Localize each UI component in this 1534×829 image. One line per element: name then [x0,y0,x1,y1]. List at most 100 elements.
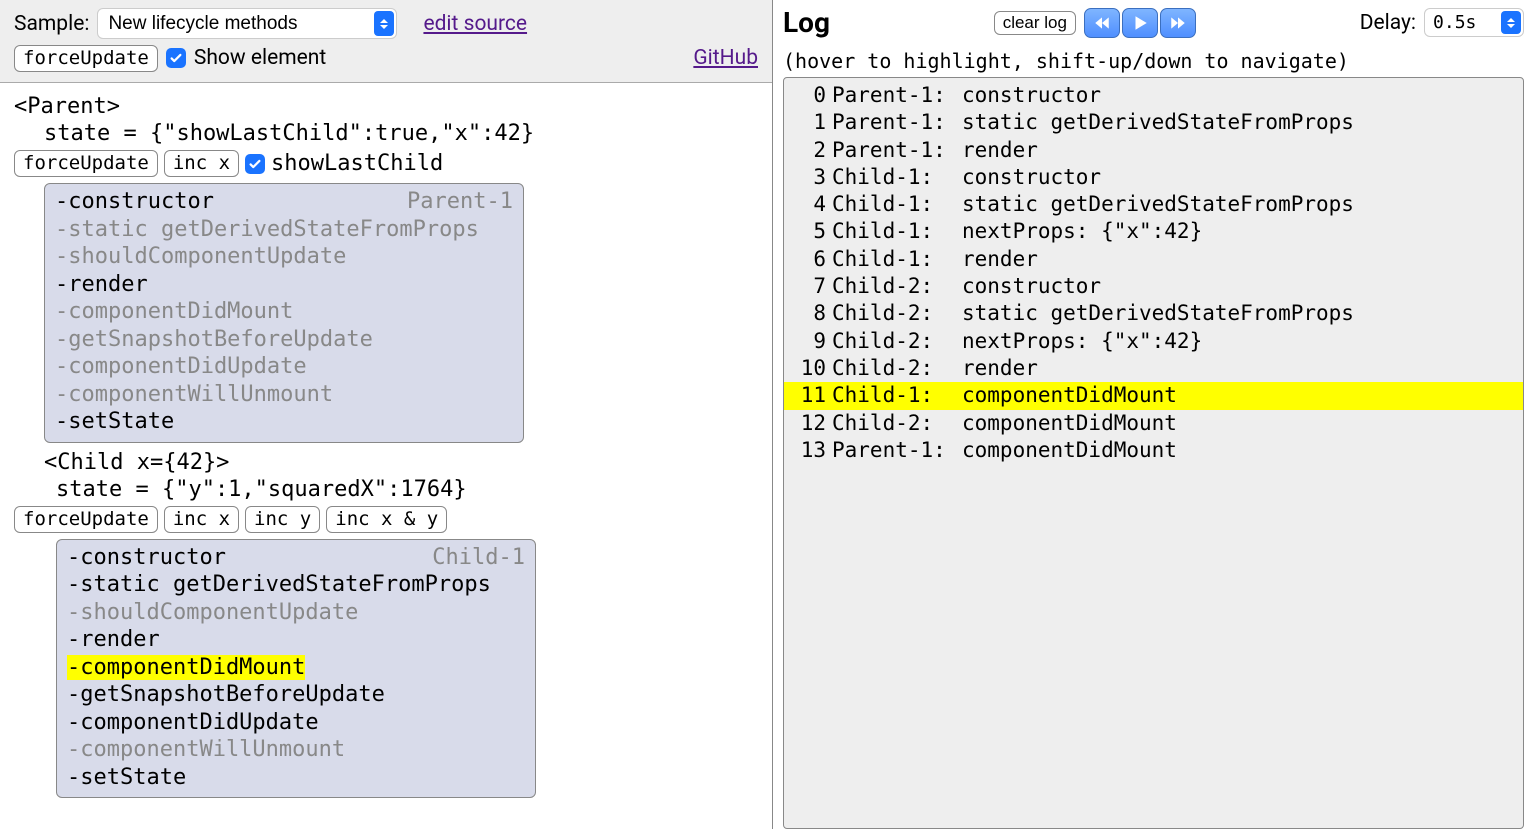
component-tree: <Parent> state = {"showLastChild":true,"… [0,83,772,829]
log-entry-message: componentDidMount [962,437,1515,464]
lifecycle-item[interactable]: -shouldComponentUpdate [67,599,525,627]
log-entry-message: static getDerivedStateFromProps [962,109,1515,136]
log-entry-message: componentDidMount [962,410,1515,437]
log-entry[interactable]: 1Parent-1:static getDerivedStateFromProp… [784,109,1523,136]
log-entry-message: render [962,246,1515,273]
log-entry[interactable]: 6Child-1:render [784,246,1523,273]
log-entry-message: componentDidMount [962,382,1515,409]
show-last-child-checkbox[interactable] [245,154,265,174]
log-entry[interactable]: 3Child-1:constructor [784,164,1523,191]
log-entry-number: 6 [792,246,826,273]
log-entry-number: 0 [792,82,826,109]
child-inc-x-button[interactable]: inc x [164,506,239,533]
lifecycle-item[interactable]: -getSnapshotBeforeUpdate [67,681,525,709]
child-inc-y-button[interactable]: inc y [245,506,320,533]
log-entry[interactable]: 7Child-2:constructor [784,273,1523,300]
github-link[interactable]: GitHub [693,46,758,70]
log-entry-number: 3 [792,164,826,191]
log-entry[interactable]: 13Parent-1:componentDidMount [784,437,1523,464]
lifecycle-item[interactable]: -componentWillUnmount [67,736,525,764]
log-entry[interactable]: 9Child-2:nextProps: {"x":42} [784,328,1523,355]
log-entry-component: Child-1: [832,191,962,218]
panel-title: Parent-1 [407,188,513,216]
log-entry-message: constructor [962,82,1515,109]
child-tag: <Child x={42}> [44,449,758,477]
force-update-button[interactable]: forceUpdate [14,45,158,72]
parent-force-update-button[interactable]: forceUpdate [14,150,158,177]
toolbar: Sample: New lifecycle methods edit sourc… [0,0,772,83]
lifecycle-item[interactable]: -componentDidMount [67,654,525,682]
log-entry-message: nextProps: {"x":42} [962,328,1515,355]
log-entry-component: Parent-1: [832,437,962,464]
log-entry[interactable]: 11Child-1:componentDidMount [784,382,1523,409]
lifecycle-item[interactable]: -static getDerivedStateFromProps [55,216,513,244]
panel-title: Child-1 [432,544,525,572]
log-entry-component: Parent-1: [832,137,962,164]
log-entry-component: Child-1: [832,218,962,245]
lifecycle-item[interactable]: -static getDerivedStateFromProps [67,571,525,599]
lifecycle-item[interactable]: -render [67,626,525,654]
log-entry-component: Child-1: [832,246,962,273]
lifecycle-item[interactable]: -render [55,271,513,299]
lifecycle-item[interactable]: -setState [55,408,513,436]
log-entry[interactable]: 10Child-2:render [784,355,1523,382]
parent-state: state = {"showLastChild":true,"x":42} [44,120,758,148]
log-entry-message: nextProps: {"x":42} [962,218,1515,245]
log-entry-number: 12 [792,410,826,437]
sample-select[interactable]: New lifecycle methods [97,8,397,39]
log-entry[interactable]: 2Parent-1:render [784,137,1523,164]
log-entry-message: static getDerivedStateFromProps [962,300,1515,327]
log-entry-message: render [962,137,1515,164]
rewind-icon [1093,14,1111,32]
log-entry-message: constructor [962,273,1515,300]
parent-inc-x-button[interactable]: inc x [164,150,239,177]
lifecycle-item[interactable]: -shouldComponentUpdate [55,243,513,271]
lifecycle-item[interactable]: -componentWillUnmount [55,381,513,409]
show-last-child-label: showLastChild [271,150,443,178]
log-entry-component: Parent-1: [832,82,962,109]
log-header: Log clear log Delay: 0.5s [783,6,1524,39]
log-entry[interactable]: 5Child-1:nextProps: {"x":42} [784,218,1523,245]
fast-forward-icon [1169,14,1187,32]
show-element-checkbox[interactable] [166,48,186,68]
log-entry[interactable]: 4Child-1:static getDerivedStateFromProps [784,191,1523,218]
log-entry-number: 4 [792,191,826,218]
log-entry[interactable]: 0Parent-1:constructor [784,82,1523,109]
sample-label: Sample: [14,12,89,36]
log-entry-message: render [962,355,1515,382]
lifecycle-item[interactable]: -setState [67,764,525,792]
log-entry-component: Child-1: [832,164,962,191]
log-entry-number: 5 [792,218,826,245]
log-entry-message: constructor [962,164,1515,191]
log-entry-number: 1 [792,109,826,136]
log-body[interactable]: 0Parent-1:constructor1Parent-1:static ge… [783,77,1524,829]
clear-log-button[interactable]: clear log [994,11,1076,35]
log-entry-number: 11 [792,382,826,409]
right-pane: Log clear log Delay: 0.5s (hover to high… [773,0,1534,829]
step-back-button[interactable] [1084,8,1120,38]
delay-label: Delay: [1360,11,1416,35]
parent-lifecycle-panel: Parent-1 -constructor-static getDerivedS… [44,183,524,443]
log-entry-number: 13 [792,437,826,464]
step-forward-button[interactable] [1160,8,1196,38]
edit-source-link[interactable]: edit source [423,12,527,36]
left-pane: Sample: New lifecycle methods edit sourc… [0,0,773,829]
play-icon [1131,14,1149,32]
show-element-label: Show element [194,46,326,70]
delay-select[interactable]: 0.5s [1424,8,1524,37]
log-entry-component: Child-2: [832,273,962,300]
child-force-update-button[interactable]: forceUpdate [14,506,158,533]
play-button[interactable] [1122,8,1158,38]
check-icon [169,51,183,65]
log-entry[interactable]: 12Child-2:componentDidMount [784,410,1523,437]
child-inc-xy-button[interactable]: inc x & y [326,506,447,533]
parent-tag: <Parent> [14,93,758,121]
log-entry[interactable]: 8Child-2:static getDerivedStateFromProps [784,300,1523,327]
check-icon [248,157,262,171]
lifecycle-item[interactable]: -getSnapshotBeforeUpdate [55,326,513,354]
child-lifecycle-panel: Child-1 -constructor-static getDerivedSt… [56,539,536,799]
lifecycle-item[interactable]: -componentDidUpdate [67,709,525,737]
lifecycle-item[interactable]: -componentDidMount [55,298,513,326]
lifecycle-item[interactable]: -componentDidUpdate [55,353,513,381]
log-entry-number: 7 [792,273,826,300]
